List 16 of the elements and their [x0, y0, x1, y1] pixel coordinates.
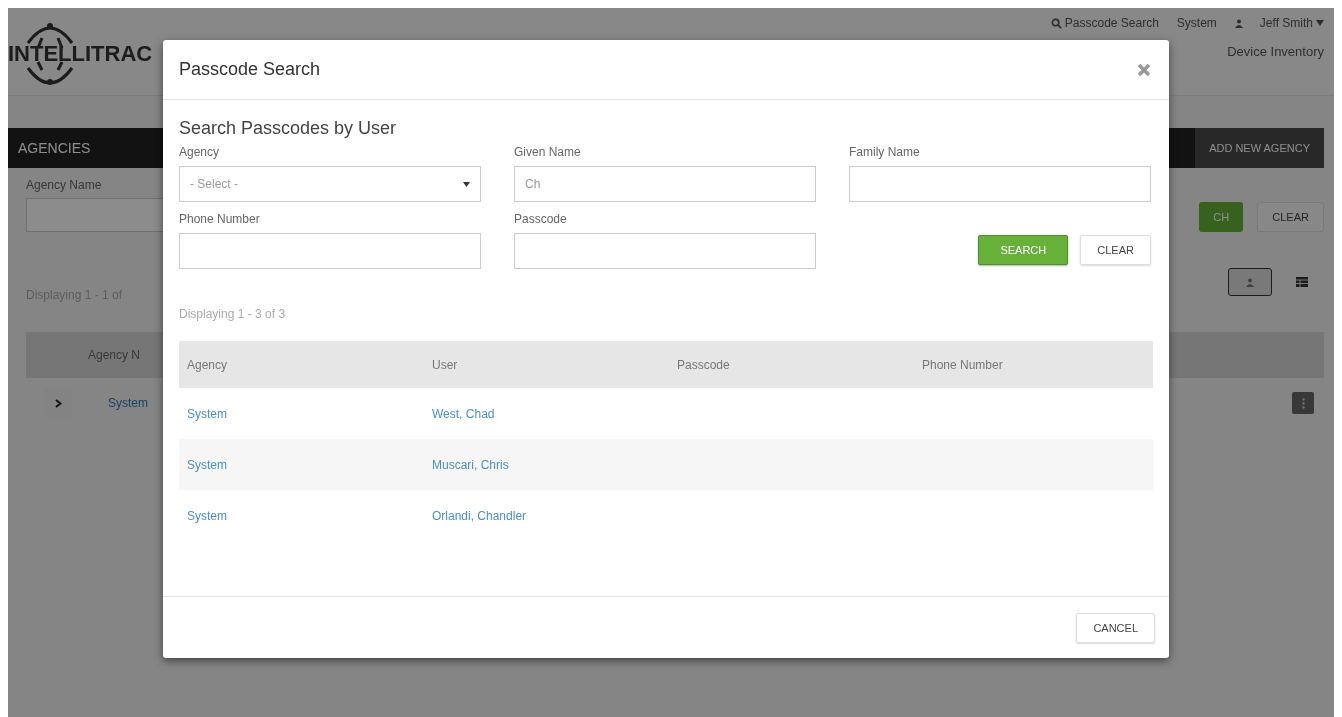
field-label: Agency Name	[26, 178, 102, 192]
dialog-title: Passcode Search	[179, 59, 321, 80]
field-label: Phone Number	[179, 212, 261, 226]
field-label: Family Name	[849, 145, 921, 159]
column-header: Passcode	[676, 357, 731, 372]
column-header: User	[431, 357, 459, 372]
field-label: Given Name	[514, 145, 582, 159]
column-header: Agency	[186, 357, 229, 372]
column-header: Phone Number	[921, 357, 1004, 372]
result-count: Displaying 1 - 3 of 3	[179, 307, 287, 321]
section-title: Search Passcodes by User	[179, 118, 398, 139]
section-title: AGENCIES	[17, 140, 91, 156]
select-value: - Select -	[190, 177, 238, 191]
field-label: Passcode	[514, 212, 568, 226]
logo-text: INTELLITRAC	[8, 39, 153, 67]
field-label: Agency	[179, 145, 221, 159]
